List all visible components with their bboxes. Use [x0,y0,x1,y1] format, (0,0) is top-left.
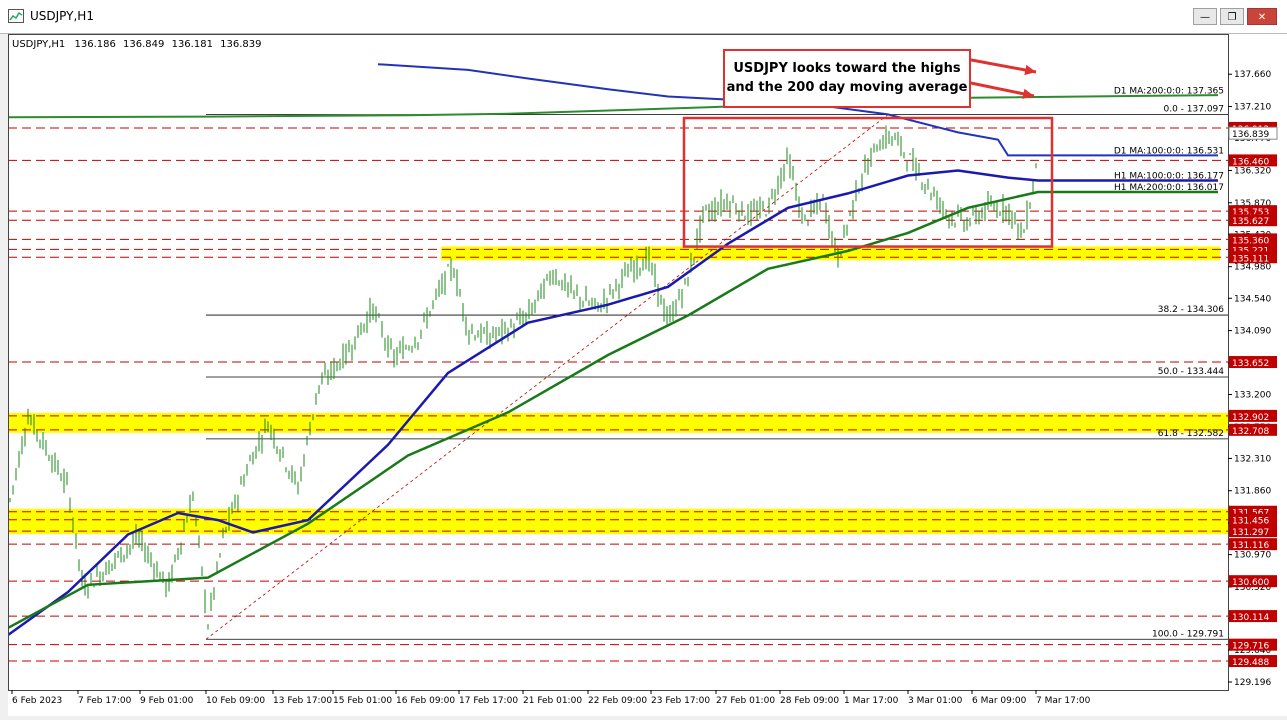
x-tick-label: 28 Feb 09:00 [780,696,839,706]
window-title: USDJPY,H1 [30,9,94,23]
price-level-label: 131.297 [1232,528,1269,538]
minimize-button[interactable]: — [1193,8,1217,25]
fib-level-label: 100.0 - 129.791 [1152,629,1224,639]
y-tick-label: 130.970 [1234,551,1271,561]
y-tick-label: 137.210 [1234,103,1271,113]
price-level-label: 132.708 [1232,427,1269,437]
ohlc-low: 136.181 [172,39,213,50]
ma-label: H1 MA:100:0:0: 136.177 [1114,172,1224,182]
y-tick-label: 132.310 [1234,454,1271,464]
price-level-label: 135.111 [1232,254,1269,264]
price-level-label: 130.600 [1232,578,1269,588]
ma-label: D1 MA:100:0:0: 136.531 [1114,146,1224,156]
fib-level-label: 50.0 - 133.444 [1158,367,1224,377]
x-tick-label: 6 Mar 09:00 [972,696,1027,706]
x-tick-label: 10 Feb 09:00 [206,696,265,706]
title-bar: USDJPY,H1 — ❐ ✕ [0,0,1287,34]
x-tick-label: 7 Feb 17:00 [78,696,132,706]
y-tick-label: 134.540 [1234,294,1271,304]
x-tick-label: 22 Feb 09:00 [588,696,647,706]
x-tick-label: 6 Feb 2023 [12,696,62,706]
x-tick-label: 7 Mar 17:00 [1036,696,1091,706]
annotation-callout: USDJPY looks toward the highs and the 20… [723,49,971,108]
arrow-to-d1-ma200-head [1024,64,1036,76]
x-tick-label: 13 Feb 17:00 [273,696,332,706]
callout-line-2: and the 200 day moving average [726,80,968,95]
chart-window-icon [8,9,24,23]
callout-line-1: USDJPY looks toward the highs [733,61,961,76]
x-tick-label: 15 Feb 01:00 [333,696,392,706]
price-level-label: 136.460 [1232,157,1269,167]
fib-level-label: 61.8 - 132.582 [1158,429,1224,439]
range-box [682,116,1054,248]
ohlc-high: 136.849 [123,39,164,50]
chart-svg: 0.0 - 137.097 38.2 - 134.306 50.0 - 133.44… [7,34,1278,706]
price-level-label: 130.114 [1232,613,1269,623]
fib-level-label: 38.2 - 134.306 [1158,305,1224,315]
restore-button[interactable]: ❐ [1220,8,1244,25]
support-zone [8,508,1228,535]
y-tick-label: 136.320 [1234,166,1271,176]
price-chart[interactable]: 0.0 - 137.097 38.2 - 134.306 50.0 - 133.44… [7,34,1287,716]
y-tick-label: 131.860 [1234,487,1271,497]
x-tick-label: 1 Mar 17:00 [844,696,899,706]
close-button[interactable]: ✕ [1247,8,1277,25]
symbol-name: USDJPY,H1 [12,39,65,50]
ohlc-open: 136.186 [74,39,115,50]
price-level-label: 131.116 [1232,541,1269,551]
price-level-label: 132.902 [1232,413,1269,423]
x-tick-label: 3 Mar 01:00 [908,696,963,706]
x-tick-label: 21 Feb 01:00 [523,696,582,706]
current-price-label: 136.839 [1232,130,1269,140]
price-level-label: 133.652 [1232,359,1269,369]
h1-ma100-line [7,169,1218,637]
ma-label: D1 MA:200:0:0: 137.365 [1114,86,1224,96]
x-tick-label: 16 Feb 09:00 [396,696,455,706]
ma-label: H1 MA:200:0:0: 136.017 [1114,183,1224,193]
y-tick-label: 133.200 [1234,390,1271,400]
y-tick-label: 134.090 [1234,327,1271,337]
price-level-label: 129.716 [1232,642,1269,652]
price-level-label: 135.627 [1232,217,1269,227]
symbol-header: USDJPY,H1 136.186 136.849 136.181 136.83… [12,39,261,50]
support-zone [441,246,1220,261]
y-tick-label: 137.660 [1234,70,1271,80]
ohlc-close: 136.839 [220,39,261,50]
x-tick-label: 27 Feb 01:00 [716,696,775,706]
price-level-label: 129.488 [1232,658,1269,668]
d1-ma200-line [7,94,1219,119]
y-tick-label: 129.196 [1234,678,1271,688]
x-tick-label: 23 Feb 17:00 [651,696,710,706]
x-tick-label: 17 Feb 17:00 [459,696,518,706]
x-tick-label: 9 Feb 01:00 [140,696,194,706]
fib-level-label: 0.0 - 137.097 [1164,105,1225,115]
